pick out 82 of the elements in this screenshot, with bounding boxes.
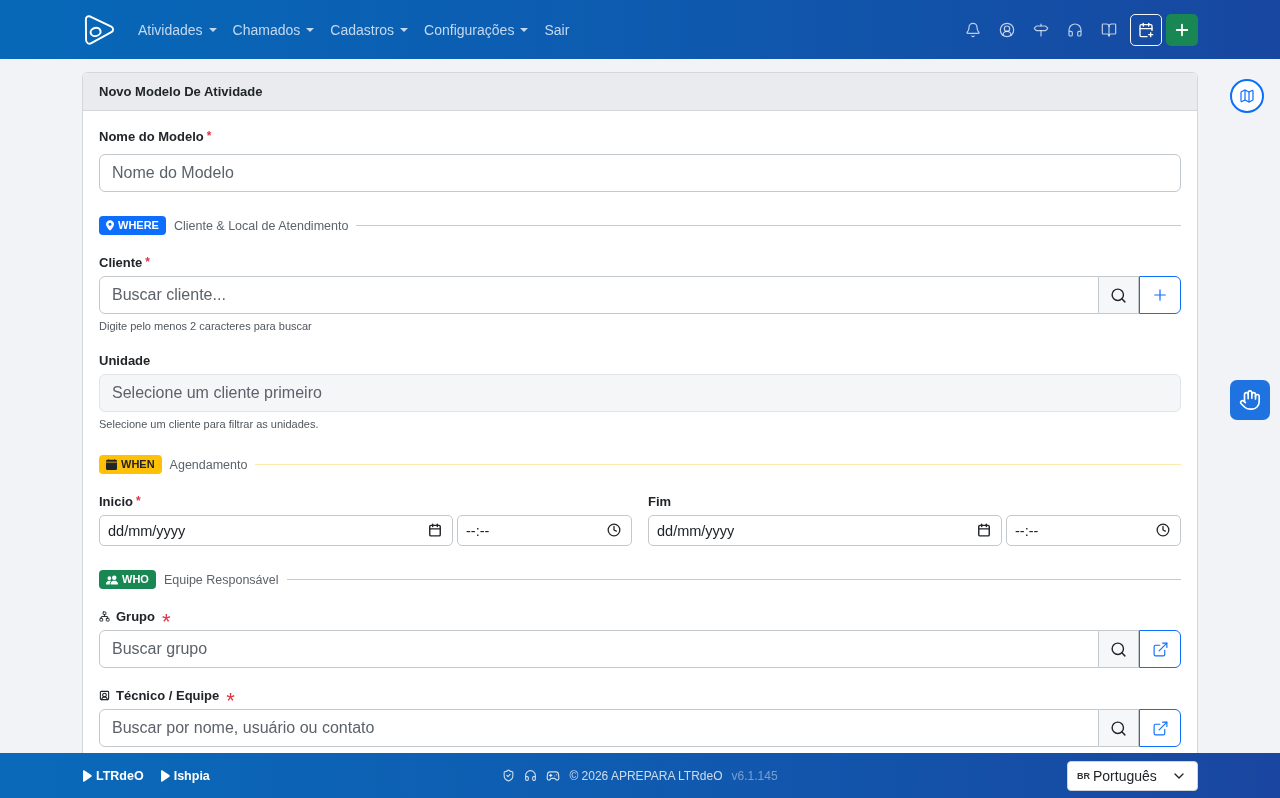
required-mark: *	[206, 130, 212, 142]
headset-icon[interactable]	[1067, 21, 1083, 38]
caret-icon	[520, 27, 529, 32]
field-label: Cliente	[99, 254, 143, 270]
field-label: Inicio	[99, 493, 133, 509]
required-mark: *	[162, 611, 171, 625]
field-label: Fim	[648, 493, 672, 509]
search-icon	[1110, 719, 1127, 737]
gamepad-icon[interactable]	[546, 768, 561, 783]
open-button[interactable]	[1139, 630, 1181, 668]
section-title: Equipe Responsável	[163, 572, 279, 587]
add-button[interactable]	[1166, 13, 1198, 46]
sign-language-button[interactable]	[1230, 380, 1270, 420]
field-label: Grupo	[116, 608, 155, 624]
plus-icon	[1151, 286, 1169, 304]
version-text: v6.1.145	[731, 768, 778, 783]
search-button[interactable]	[1099, 630, 1139, 668]
book-icon[interactable]	[1101, 21, 1117, 38]
search-button[interactable]	[1099, 709, 1139, 747]
nav-link[interactable]: Atividades	[138, 21, 217, 38]
time-field[interactable]: --:--	[457, 515, 632, 546]
footer-link[interactable]: Ishpia	[159, 768, 210, 783]
open-button[interactable]	[1139, 709, 1181, 747]
external-link-icon	[1151, 719, 1169, 737]
hand-icon	[1239, 389, 1261, 411]
tag-label: WHEN	[121, 459, 155, 470]
calendar-icon	[428, 523, 442, 537]
footer-link[interactable]: LTRdeO	[82, 768, 144, 783]
search-icon	[1110, 640, 1127, 658]
headset-icon[interactable]	[524, 769, 538, 782]
tag-label: WHERE	[118, 220, 159, 231]
help-text: Selecione um cliente para filtrar as unidades.	[99, 417, 320, 431]
hierarchy-icon	[99, 610, 110, 622]
required-mark: *	[226, 690, 235, 704]
field-label: Unidade	[99, 352, 151, 368]
calendar-icon	[106, 459, 117, 470]
clock-icon	[607, 523, 621, 537]
nav-link[interactable]: Cadastros	[330, 21, 409, 38]
help-text: Digite pelo menos 2 caracteres para buscar	[99, 319, 313, 333]
bell-icon[interactable]	[965, 21, 981, 38]
search-field[interactable]: Buscar cliente...	[99, 276, 1099, 314]
calendar-add-button[interactable]	[1130, 13, 1162, 46]
search-button[interactable]	[1099, 276, 1139, 314]
add-button[interactable]	[1139, 276, 1181, 314]
person-card-icon	[99, 689, 110, 701]
external-link-icon	[1151, 640, 1169, 658]
play-icon	[159, 769, 170, 782]
map-pin-icon	[106, 220, 114, 231]
signpost-icon[interactable]	[1033, 21, 1049, 38]
time-field[interactable]: --:--	[1006, 515, 1181, 546]
user-icon[interactable]	[999, 21, 1015, 38]
field-label: Técnico / Equipe	[116, 687, 220, 703]
search-field[interactable]: Buscar grupo	[99, 630, 1099, 668]
nav-link[interactable]: Sair	[544, 21, 570, 38]
required-mark: *	[135, 495, 141, 507]
date-field[interactable]: dd/mm/yyyy	[648, 515, 1002, 546]
text-input[interactable]: Nome do Modelo	[99, 154, 1181, 192]
tag-label: WHO	[122, 574, 149, 585]
logo-icon[interactable]	[82, 12, 115, 47]
map-button[interactable]	[1230, 79, 1264, 113]
section-title: Cliente & Local de Atendimento	[173, 218, 349, 233]
field-label: Nome do Modelo	[99, 128, 204, 144]
nav-link[interactable]: Configurações	[424, 21, 529, 38]
play-icon	[82, 769, 92, 782]
caret-icon	[400, 27, 409, 32]
section-title: Agendamento	[169, 457, 248, 472]
caret-icon	[208, 27, 217, 32]
caret-icon	[306, 27, 315, 32]
shield-icon[interactable]	[502, 769, 516, 782]
nav-link[interactable]: Chamados	[232, 21, 315, 38]
clock-icon	[1156, 523, 1170, 537]
date-field[interactable]: dd/mm/yyyy	[99, 515, 453, 546]
card-title: Novo Modelo De Atividade	[99, 84, 263, 99]
people-icon	[106, 574, 118, 585]
search-icon	[1110, 286, 1127, 304]
copyright-text: © 2026 APREPARA LTRdeO	[569, 768, 723, 783]
calendar-plus-icon	[1138, 21, 1154, 38]
map-icon	[1239, 88, 1255, 104]
search-field[interactable]: Buscar por nome, usuário ou contato	[99, 709, 1099, 747]
language-select[interactable]: BR Português	[1067, 760, 1198, 791]
calendar-icon	[977, 523, 991, 537]
required-mark: *	[145, 256, 150, 268]
